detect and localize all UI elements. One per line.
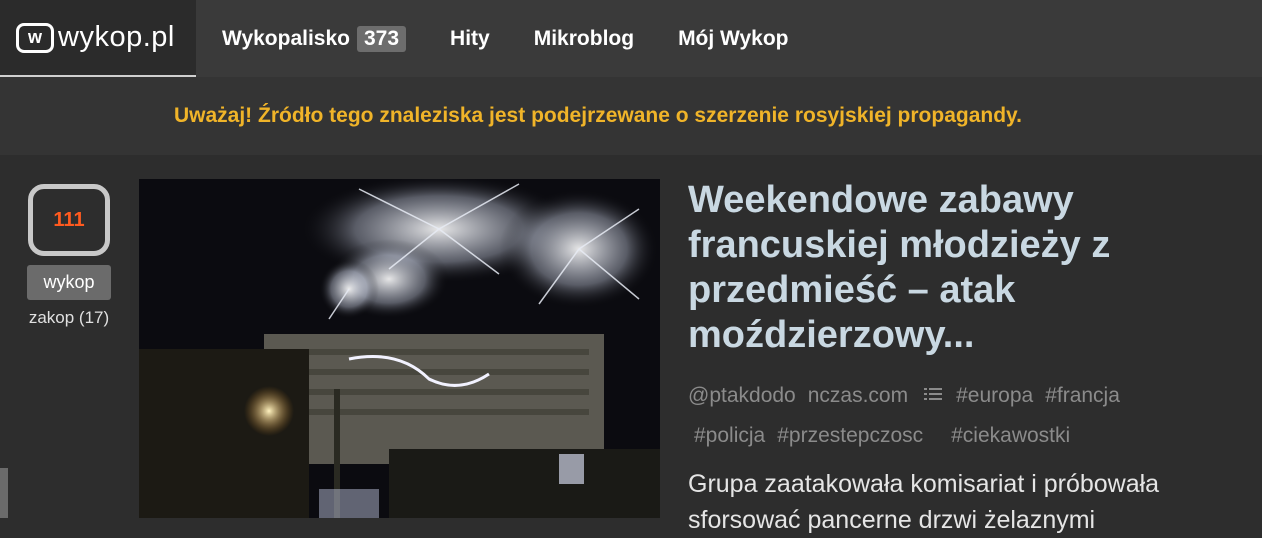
wykop-button[interactable]: wykop — [27, 265, 111, 300]
top-navigation-bar: w wykop.pl Wykopalisko 373 Hity Mikroblo… — [0, 0, 1262, 77]
vote-count: 111 — [28, 184, 110, 256]
wykop-logo-icon: w — [16, 22, 54, 53]
nav-item-label: Wykopalisko — [222, 26, 350, 50]
author-link[interactable]: @ptakdodo — [688, 384, 796, 407]
nav-item-wykopalisko[interactable]: Wykopalisko 373 — [222, 25, 407, 52]
bury-link[interactable]: zakop (17) — [29, 308, 109, 328]
propaganda-warning: Uważaj! Źródło tego znaleziska jest pode… — [0, 77, 1262, 155]
list-icon — [924, 388, 943, 401]
article-thumbnail[interactable] — [139, 179, 660, 518]
tag-link[interactable]: #europa — [956, 384, 1033, 407]
article-meta: @ptakdodo nczas.com #europa #francja #polic… — [688, 376, 1248, 456]
nav-item-mikroblog[interactable]: Mikroblog — [534, 27, 634, 51]
article-title[interactable]: Weekendowe zabawy francuskiej młodzieży … — [688, 178, 1228, 358]
tag-link[interactable]: #francja — [1045, 384, 1120, 407]
tag-link[interactable]: #policja — [694, 424, 765, 447]
vote-box: 111 wykop zakop (17) — [24, 184, 114, 328]
side-feedback-tab[interactable] — [0, 468, 8, 518]
nav-item-moj-wykop[interactable]: Mój Wykop — [678, 27, 788, 51]
nav-item-hity[interactable]: Hity — [450, 27, 490, 51]
tag-link[interactable]: #ciekawostki — [951, 424, 1070, 447]
logo-link[interactable]: w wykop.pl — [0, 0, 196, 77]
tag-link[interactable]: #przestepczosc — [777, 424, 923, 447]
article-description: Grupa zaatakowała komisariat i próbowała… — [688, 470, 1160, 534]
logo-text: wykop.pl — [58, 21, 175, 53]
fireworks-image — [139, 179, 660, 518]
count-badge: 373 — [357, 25, 407, 52]
main-nav: Wykopalisko 373 Hity Mikroblog Mój Wykop — [222, 0, 833, 77]
source-link[interactable]: nczas.com — [808, 384, 908, 407]
